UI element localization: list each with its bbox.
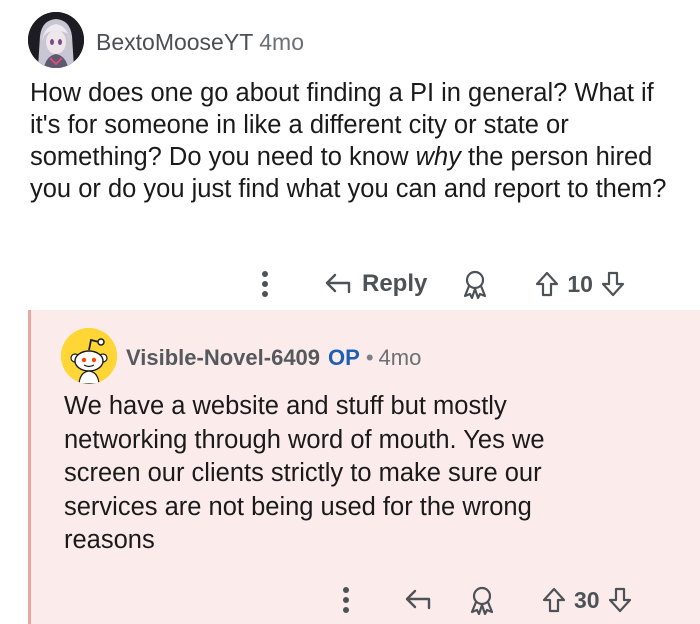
reply-comment: Visible-Novel-6409 OP • 4mo We have a websi…: [28, 310, 700, 624]
username[interactable]: BextoMooseYT: [96, 29, 253, 55]
vote-count: 10: [567, 270, 593, 297]
reply-label: Reply: [362, 270, 428, 297]
snoo-avatar-icon: [61, 328, 117, 384]
upvote-button[interactable]: [535, 271, 559, 297]
reply-arrow-icon: [325, 273, 351, 294]
award-icon: [470, 586, 494, 615]
comment-body: We have a website and stuff but mostly n…: [64, 392, 545, 554]
award-icon: [464, 270, 487, 299]
reply-button[interactable]: Reply: [324, 270, 427, 298]
vote-count: 30: [574, 586, 600, 613]
vote-control: 10: [535, 271, 625, 298]
award-button[interactable]: [461, 269, 489, 299]
downvote-arrow-icon: [601, 271, 625, 297]
comment-age: 4mo: [378, 345, 422, 370]
reply-arrow-icon: [405, 589, 431, 610]
meta-separator: •: [365, 345, 374, 370]
more-options-button[interactable]: [250, 270, 280, 298]
anime-character-avatar-icon: [28, 12, 84, 68]
avatar[interactable]: [61, 328, 117, 384]
reply-button[interactable]: [404, 588, 432, 612]
comment-age: 4mo: [259, 29, 304, 55]
downvote-button[interactable]: [608, 587, 632, 613]
downvote-button[interactable]: [601, 271, 625, 297]
vote-control: 30: [542, 587, 632, 614]
upvote-arrow-icon: [542, 587, 566, 613]
comment-meta: Visible-Novel-6409 OP • 4mo: [126, 344, 421, 372]
op-badge: OP: [328, 345, 360, 370]
comment-actions: Reply 10: [250, 264, 680, 304]
downvote-arrow-icon: [608, 587, 631, 613]
more-options-button[interactable]: [334, 586, 358, 614]
comment-actions: 30: [334, 580, 674, 620]
comment-top: BextoMooseYT 4mo How does one go about fi…: [0, 0, 700, 310]
comment-text-emphasis: why: [415, 143, 461, 171]
comment-body: How does one go about finding a PI in ge…: [30, 77, 690, 205]
vertical-ellipsis-icon: [262, 271, 268, 297]
avatar[interactable]: [28, 12, 84, 68]
username[interactable]: Visible-Novel-6409: [126, 345, 320, 370]
award-button[interactable]: [468, 585, 496, 615]
comment-meta: BextoMooseYT 4mo: [96, 28, 304, 56]
upvote-button[interactable]: [542, 587, 566, 613]
upvote-arrow-icon: [536, 271, 559, 297]
vertical-ellipsis-icon: [343, 587, 349, 613]
